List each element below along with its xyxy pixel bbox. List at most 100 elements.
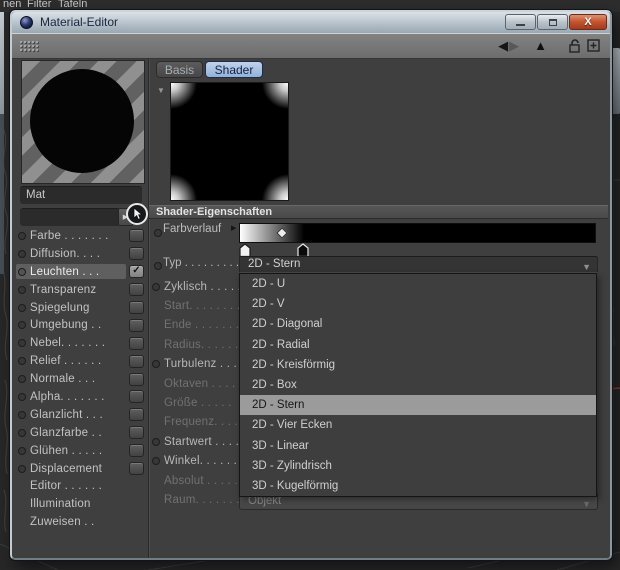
channel-checkbox[interactable] [129, 462, 144, 476]
gradient-editor [239, 223, 596, 259]
dropdown-option[interactable]: 2D - Vier Ecken [240, 415, 596, 435]
dropdown-option[interactable]: 2D - Radial [240, 335, 596, 355]
channel-row[interactable]: Farbe . . . . . . . [16, 227, 144, 245]
channel-checkbox[interactable] [129, 247, 144, 261]
gradient-bar[interactable] [239, 223, 596, 243]
channel-checkbox[interactable]: ✓ [129, 265, 144, 279]
toolbar: ◀ ▶ ▲ [12, 33, 610, 59]
channel-row[interactable]: Umgebung . . [16, 316, 144, 334]
dropdown-option[interactable]: 2D - Box [240, 375, 596, 395]
channel-row-main[interactable]: Diffusion. . . . [16, 246, 126, 261]
maximize-button[interactable] [537, 14, 568, 30]
typ-circle [154, 262, 162, 270]
channel-checkbox[interactable] [129, 283, 144, 297]
channel-row[interactable]: Normale . . . [16, 370, 144, 388]
background-panel-edge [0, 114, 4, 274]
panel-divider [148, 59, 149, 558]
tab-basis[interactable]: Basis [156, 61, 203, 78]
channel-checkbox[interactable] [129, 354, 144, 368]
typ-dropdown[interactable]: 2D - Stern ▼ [239, 256, 598, 273]
minimize-button[interactable] [505, 14, 536, 30]
channel-row-main[interactable]: Nebel. . . . . . . [16, 336, 126, 351]
channel-row[interactable]: Spiegelung [16, 299, 144, 317]
channel-row[interactable]: Displacement [16, 460, 144, 478]
channel-row-main[interactable]: Zuweisen . . [16, 515, 144, 530]
dropdown-option[interactable]: 3D - Linear [240, 436, 596, 456]
channel-circle-icon [18, 392, 26, 401]
up-arrow-icon[interactable]: ▲ [534, 37, 547, 55]
channel-row[interactable]: Glühen . . . . . [16, 442, 144, 460]
history-back-icon[interactable]: ◀ [498, 37, 508, 55]
channel-row-main[interactable]: Spiegelung [16, 300, 126, 315]
channel-row[interactable]: Glanzlicht . . . [16, 406, 144, 424]
channel-row-main[interactable]: Glanzlicht . . . [16, 407, 126, 422]
material-preview[interactable] [21, 60, 145, 184]
channel-row[interactable]: Alpha. . . . . . . [16, 388, 144, 406]
channel-checkbox[interactable] [129, 229, 144, 243]
property-row: Frequenz. . . . [152, 413, 248, 432]
channel-checkbox[interactable] [129, 336, 144, 350]
titlebar[interactable]: Material-Editor X [12, 12, 610, 34]
gradient-expander-icon[interactable]: ▶ [231, 224, 236, 232]
dropdown-option[interactable]: 2D - Diagonal [240, 314, 596, 334]
channel-row[interactable]: Nebel. . . . . . . [16, 334, 144, 352]
channel-label: Alpha. . . . . . . [30, 390, 105, 403]
dropdown-option[interactable]: 2D - V [240, 294, 596, 314]
channel-row-main[interactable]: Alpha. . . . . . . [16, 389, 126, 404]
tab-shader[interactable]: Shader [205, 61, 263, 78]
channel-row-main[interactable]: Relief . . . . . . [16, 354, 126, 369]
channel-row-main[interactable]: Normale . . . [16, 372, 126, 387]
channel-label: Glühen . . . . . [30, 444, 103, 457]
channel-checkbox[interactable] [129, 318, 144, 332]
maximize-icon [548, 18, 557, 26]
lock-open-icon[interactable] [568, 38, 581, 54]
dropdown-option[interactable]: 2D - U [240, 274, 596, 294]
property-label: Raum. . . . . . . [164, 493, 240, 506]
channel-row[interactable]: Editor . . . . . . [16, 477, 144, 495]
channel-row[interactable]: Leuchten . . . ✓ [16, 263, 144, 281]
dropdown-option[interactable]: 3D - Kugelförmig [240, 476, 596, 496]
channel-row-main[interactable]: Leuchten . . . [16, 264, 126, 280]
property-row: Ende . . . . . . . [152, 316, 248, 335]
channel-row-main[interactable]: Umgebung . . [16, 318, 126, 333]
dropdown-option[interactable]: 2D - Stern [240, 395, 596, 416]
channel-row-main[interactable]: Glühen . . . . . [16, 443, 126, 458]
channel-row[interactable]: Transparenz [16, 281, 144, 299]
dropdown-option[interactable]: 3D - Zylindrisch [240, 456, 596, 476]
channel-checkbox[interactable] [129, 444, 144, 458]
add-icon[interactable] [587, 39, 601, 53]
channel-row[interactable]: Diffusion. . . . [16, 245, 144, 263]
channel-checkbox[interactable] [129, 426, 144, 440]
channel-circle-icon [18, 464, 26, 473]
channel-checkbox[interactable] [129, 372, 144, 386]
channel-row-main[interactable]: Displacement [16, 461, 126, 476]
background-scrollbar-right [611, 48, 620, 114]
dropdown-option[interactable]: 2D - Kreisförmig [240, 355, 596, 375]
property-circle-icon [152, 282, 160, 291]
channel-checkbox[interactable] [129, 301, 144, 314]
shader-link-input[interactable] [20, 208, 120, 226]
material-name-input[interactable]: Mat [20, 186, 142, 204]
property-circle-icon [152, 457, 160, 466]
minimize-icon [516, 24, 525, 26]
channel-row-main[interactable]: Farbe . . . . . . . [16, 228, 126, 243]
channel-row[interactable]: Illumination [16, 495, 144, 513]
channel-row[interactable]: Relief . . . . . . [16, 352, 144, 370]
channel-label: Glanzlicht . . . [30, 408, 103, 421]
channel-row-main[interactable]: Illumination [16, 497, 144, 512]
close-button[interactable]: X [569, 14, 607, 30]
channel-row-main[interactable]: Glanzfarbe . . [16, 425, 126, 440]
collapse-triangle-icon[interactable]: ▼ [157, 86, 165, 95]
property-row: Start. . . . . . . . [152, 296, 248, 315]
material-pick-button[interactable] [126, 203, 148, 225]
drag-handle[interactable] [19, 40, 39, 53]
shader-preview[interactable] [170, 82, 289, 201]
channel-circle-icon [18, 285, 26, 294]
channel-row[interactable]: Zuweisen . . [16, 513, 144, 531]
history-forward-icon[interactable]: ▶ [509, 37, 519, 55]
channel-row[interactable]: Glanzfarbe . . [16, 424, 144, 442]
channel-checkbox[interactable] [129, 390, 144, 404]
channel-checkbox[interactable] [129, 408, 144, 422]
channel-row-main[interactable]: Editor . . . . . . [16, 479, 144, 494]
channel-row-main[interactable]: Transparenz [16, 282, 126, 297]
